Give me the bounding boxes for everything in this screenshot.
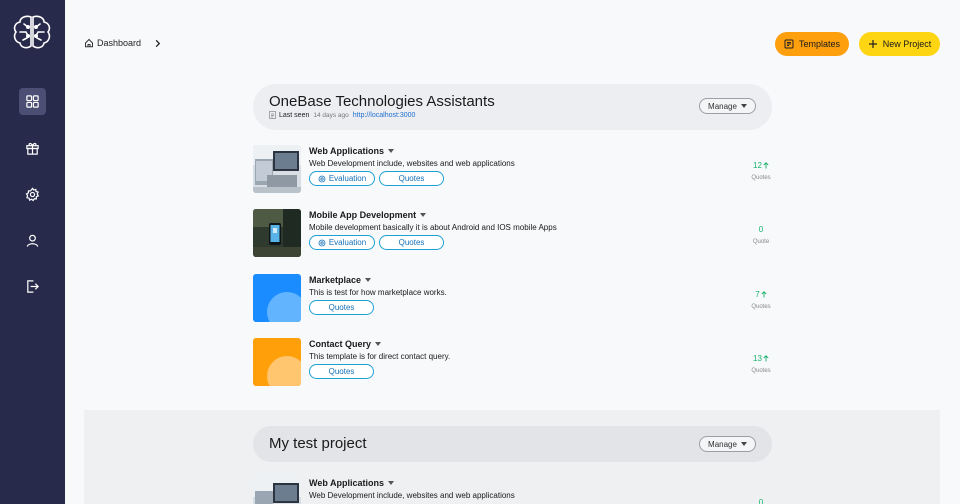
- plus-icon: [868, 40, 877, 48]
- evaluation-button[interactable]: Evaluation: [309, 171, 375, 186]
- template-description: This is test for how marketplace works.: [309, 288, 447, 297]
- caret-down-icon: [375, 342, 382, 346]
- evaluation-button[interactable]: Evaluation: [309, 235, 375, 250]
- template-icon: [784, 39, 794, 49]
- template-description: Web Development include, websites and we…: [309, 159, 515, 168]
- arrow-up-icon: [761, 291, 767, 298]
- template-description: Web Development include, websites and we…: [309, 491, 515, 500]
- template-name[interactable]: Marketplace: [309, 275, 372, 285]
- gift-icon[interactable]: [19, 135, 46, 162]
- template-thumbnail[interactable]: [253, 145, 301, 193]
- quote-count: 7 Quotes: [751, 290, 771, 310]
- last-seen-label: Last seen: [279, 111, 310, 119]
- caret-down-icon: [388, 481, 395, 485]
- manage-button[interactable]: Manage: [699, 98, 756, 114]
- template-row: Web Applications Web Development include…: [253, 145, 772, 195]
- breadcrumb-dashboard[interactable]: Dashboard: [97, 38, 141, 48]
- quotes-button[interactable]: Quotes: [309, 364, 374, 379]
- quote-count: 0 Quote: [752, 225, 770, 245]
- project-header: My test project Manage: [253, 426, 772, 462]
- sidebar: [0, 0, 65, 504]
- caret-down-icon: [420, 213, 427, 217]
- template-thumbnail[interactable]: [253, 338, 301, 386]
- caret-down-icon: [388, 149, 395, 153]
- document-icon: [269, 111, 276, 119]
- template-row: Marketplace This is test for how marketp…: [253, 274, 772, 324]
- project-title: My test project: [269, 435, 367, 452]
- template-description: This template is for direct contact quer…: [309, 352, 451, 361]
- dashboard-grid-icon[interactable]: [19, 88, 46, 115]
- project-meta: Last seen 14 days ago http://localhost:3…: [269, 111, 415, 119]
- template-name[interactable]: Web Applications: [309, 146, 395, 156]
- new-project-button[interactable]: New Project: [859, 32, 940, 56]
- caret-down-icon: [740, 442, 747, 446]
- quote-count: 0: [758, 498, 764, 504]
- template-name[interactable]: Web Applications: [309, 478, 395, 488]
- gear-icon[interactable]: [19, 181, 46, 208]
- arrow-up-icon: [763, 162, 769, 169]
- quote-count: 13 Quotes: [751, 354, 771, 374]
- new-project-button-label: New Project: [882, 39, 932, 49]
- quotes-button[interactable]: Quotes: [379, 235, 444, 250]
- template-name[interactable]: Contact Query: [309, 339, 382, 349]
- brain-icon[interactable]: [11, 13, 53, 51]
- project-title: OneBase Technologies Assistants: [269, 93, 495, 110]
- template-row: Web Applications Web Development include…: [253, 477, 772, 504]
- templates-button[interactable]: Templates: [775, 32, 849, 56]
- manage-button[interactable]: Manage: [699, 436, 756, 452]
- quotes-button[interactable]: Quotes: [379, 171, 444, 186]
- home-icon: [85, 38, 93, 48]
- template-thumbnail[interactable]: [253, 274, 301, 322]
- project-url-link[interactable]: http://localhost:3000: [353, 112, 416, 119]
- breadcrumb: Dashboard: [84, 38, 162, 48]
- arrow-up-icon: [763, 355, 769, 362]
- template-row: Mobile App Development Mobile developmen…: [253, 209, 772, 259]
- project-header: OneBase Technologies Assistants Last see…: [253, 84, 772, 130]
- logout-icon[interactable]: [19, 273, 46, 300]
- last-seen-ago: 14 days ago: [313, 111, 349, 119]
- gear-icon: [318, 239, 326, 246]
- template-thumbnail[interactable]: [253, 477, 301, 504]
- caret-down-icon: [740, 104, 747, 108]
- template-name[interactable]: Mobile App Development: [309, 210, 427, 220]
- manage-label: Manage: [708, 101, 737, 111]
- chevron-right-icon: [155, 39, 161, 47]
- template-thumbnail[interactable]: [253, 209, 301, 257]
- template-row: Contact Query This template is for direc…: [253, 338, 772, 388]
- quote-count: 12 Quotes: [751, 161, 771, 181]
- caret-down-icon: [365, 278, 372, 282]
- manage-label: Manage: [708, 439, 737, 449]
- quotes-button[interactable]: Quotes: [309, 300, 374, 315]
- gear-icon: [318, 175, 326, 182]
- user-icon[interactable]: [19, 227, 46, 254]
- templates-button-label: Templates: [798, 39, 841, 49]
- template-description: Mobile development basically it is about…: [309, 223, 557, 232]
